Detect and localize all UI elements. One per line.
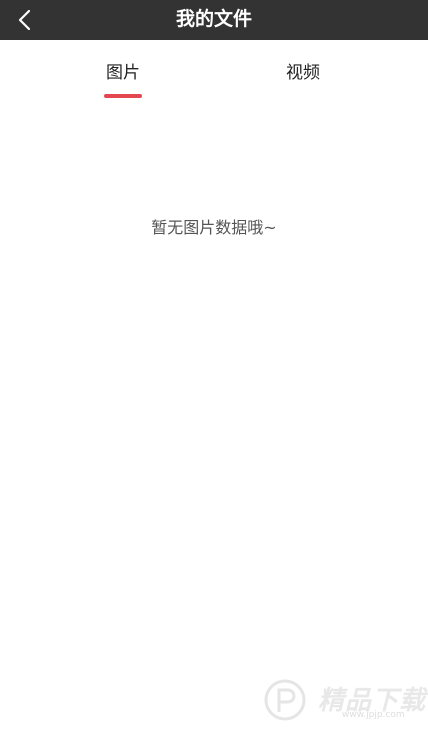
watermark-url: www.jpjp.com [342,710,405,720]
p-logo-icon [264,679,306,721]
header-bar: 我的文件 [0,0,428,40]
empty-state-message: 暂无图片数据哦~ [151,218,277,237]
tab-videos-label: 视频 [286,63,320,83]
back-button[interactable] [8,4,40,36]
tab-images-label: 图片 [106,63,140,83]
page-title: 我的文件 [175,8,252,30]
tab-bar: 图片 视频 [0,40,428,100]
watermark: 精品下载 www.jpjp.com [262,676,428,726]
active-tab-indicator [104,94,142,98]
tab-videos[interactable]: 视频 [243,40,363,100]
chevron-left-icon [18,9,31,31]
tab-images[interactable]: 图片 [63,40,183,100]
